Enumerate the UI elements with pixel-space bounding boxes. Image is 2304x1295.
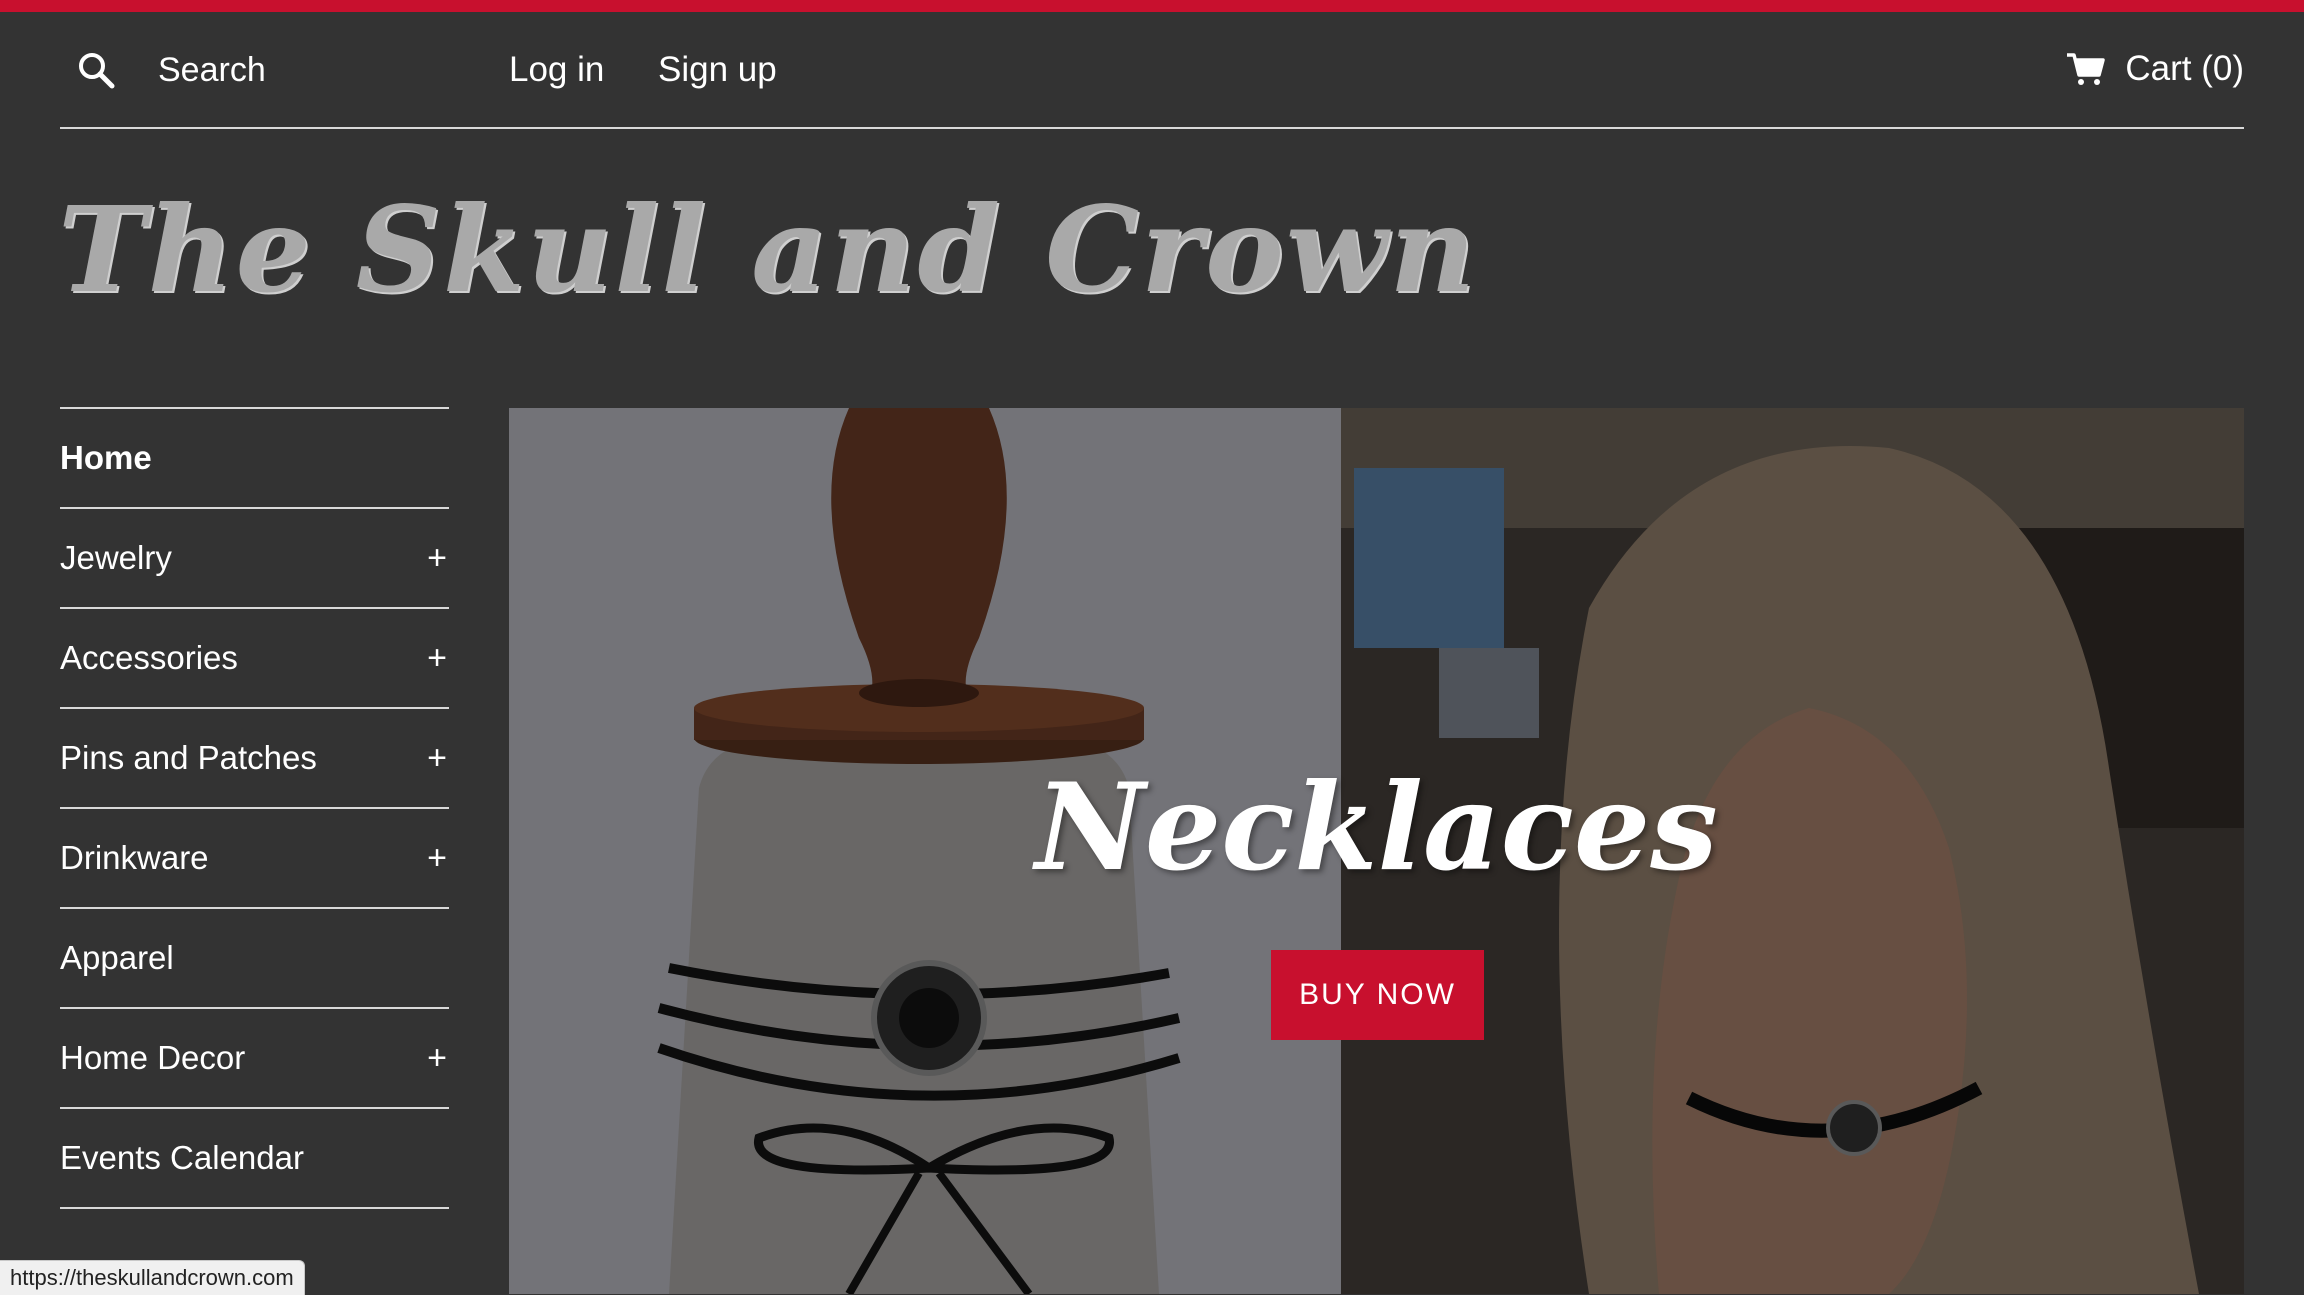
sidebar-item-pins-and-patches[interactable]: Pins and Patches + bbox=[60, 709, 449, 809]
site-header: Search Log in Sign up Cart (0) bbox=[60, 12, 2244, 129]
sidebar-item-events-calendar[interactable]: Events Calendar bbox=[60, 1109, 449, 1209]
sidebar-item-drinkware[interactable]: Drinkware + bbox=[60, 809, 449, 909]
sidebar-item-label: Jewelry bbox=[60, 539, 172, 576]
sidebar-item-home[interactable]: Home bbox=[60, 409, 449, 509]
buy-now-button[interactable]: BUY NOW bbox=[1271, 950, 1484, 1040]
sidebar-item-label: Accessories bbox=[60, 639, 238, 676]
sidebar-item-label: Drinkware bbox=[60, 839, 209, 876]
sidebar-nav: Home Jewelry + Accessories + Pins and Pa… bbox=[60, 407, 449, 1209]
expand-icon[interactable]: + bbox=[427, 539, 447, 578]
site-logo[interactable]: The Skull and Crown bbox=[58, 170, 1477, 330]
cart-icon bbox=[2067, 53, 2106, 85]
sidebar-item-accessories[interactable]: Accessories + bbox=[60, 609, 449, 709]
expand-icon[interactable]: + bbox=[427, 639, 447, 678]
hero-title: Necklaces bbox=[1035, 757, 1718, 898]
expand-icon[interactable]: + bbox=[427, 839, 447, 878]
sidebar-item-label: Apparel bbox=[60, 939, 174, 976]
sidebar-item-label: Home Decor bbox=[60, 1039, 246, 1076]
login-link[interactable]: Log in bbox=[509, 50, 604, 90]
search-input[interactable]: Search bbox=[158, 50, 266, 90]
expand-icon[interactable]: + bbox=[427, 1039, 447, 1078]
expand-icon[interactable]: + bbox=[427, 739, 447, 778]
status-bar-url: https://theskullandcrown.com bbox=[0, 1260, 305, 1295]
sidebar-item-home-decor[interactable]: Home Decor + bbox=[60, 1009, 449, 1109]
sidebar-item-label: Pins and Patches bbox=[60, 739, 317, 776]
sidebar-item-apparel[interactable]: Apparel bbox=[60, 909, 449, 1009]
sidebar-item-jewelry[interactable]: Jewelry + bbox=[60, 509, 449, 609]
sidebar-item-label: Events Calendar bbox=[60, 1139, 304, 1176]
signup-link[interactable]: Sign up bbox=[658, 50, 777, 90]
top-accent-bar bbox=[0, 0, 2304, 12]
hero-banner[interactable]: Necklaces BUY NOW bbox=[509, 408, 2244, 1294]
search-icon[interactable] bbox=[76, 50, 116, 90]
sidebar-item-label: Home bbox=[60, 439, 152, 476]
cart-link[interactable]: Cart (0) bbox=[2065, 48, 2244, 90]
cart-label: Cart (0) bbox=[2125, 49, 2244, 88]
